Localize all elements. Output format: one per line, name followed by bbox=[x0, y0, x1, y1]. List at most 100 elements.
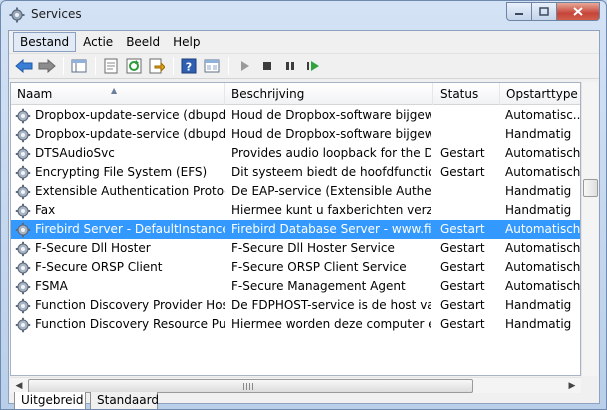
service-row[interactable]: Dropbox-update-service (dbupda... Houd de… bbox=[11, 106, 581, 125]
minimize-button[interactable] bbox=[506, 2, 532, 21]
service-startup-type: Automatisc... bbox=[505, 108, 581, 122]
client-area: Bestand Actie Beeld Help ? Naam ▲ Beschr… bbox=[8, 30, 600, 409]
service-row[interactable]: Encrypting File System (EFS) Dit systeem … bbox=[11, 163, 580, 182]
service-status: Gestart bbox=[440, 260, 485, 274]
service-description: F-Secure Dll Hoster Service bbox=[231, 241, 395, 255]
service-description: Provides audio loopback for the DT... bbox=[231, 146, 431, 160]
vertical-scroll-thumb[interactable] bbox=[583, 179, 598, 197]
scroll-left-icon[interactable]: ◀ bbox=[12, 379, 26, 393]
pause-service-icon bbox=[286, 62, 294, 70]
service-row[interactable]: Function Discovery Resource Publ... Hierm… bbox=[11, 315, 580, 334]
forward-button[interactable] bbox=[36, 56, 58, 76]
minimize-icon bbox=[515, 12, 523, 15]
help-button[interactable]: ? bbox=[178, 56, 200, 76]
services-window: Services Bestand Actie Beeld Help ? Naam… bbox=[0, 0, 607, 410]
service-name: Function Discovery Resource Publ... bbox=[35, 317, 225, 331]
export-list-button[interactable] bbox=[146, 56, 168, 76]
service-gear-icon bbox=[15, 317, 33, 333]
service-status: Gestart bbox=[440, 165, 485, 179]
restart-service-button[interactable] bbox=[302, 56, 324, 76]
column-header-startup[interactable]: Opstarttype bbox=[500, 83, 580, 105]
refresh-button[interactable] bbox=[123, 56, 145, 76]
window-title: Services bbox=[31, 7, 82, 21]
pause-service-button[interactable] bbox=[279, 56, 301, 76]
service-gear-icon bbox=[15, 127, 33, 143]
back-button[interactable] bbox=[13, 56, 35, 76]
tab-standaard[interactable]: Standaard bbox=[90, 392, 159, 409]
toolbar-separator bbox=[173, 57, 174, 75]
service-gear-icon bbox=[15, 241, 33, 257]
service-row[interactable]: DTSAudioSvc Provides audio loopback for t… bbox=[11, 144, 581, 163]
properties-button[interactable] bbox=[100, 56, 122, 76]
start-service-icon bbox=[241, 61, 249, 71]
service-description: F-Secure ORSP Client Service bbox=[231, 260, 407, 274]
title-bar[interactable]: Services bbox=[1, 1, 606, 29]
service-status: Gestart bbox=[440, 241, 485, 255]
service-description: Hiermee worden deze computer en... bbox=[231, 317, 431, 331]
menu-actie[interactable]: Actie bbox=[77, 33, 119, 51]
maximize-button[interactable] bbox=[532, 2, 557, 21]
service-name: DTSAudioSvc bbox=[35, 146, 115, 160]
horizontal-scroll-thumb[interactable] bbox=[28, 379, 473, 393]
view-button[interactable] bbox=[201, 56, 223, 76]
close-icon bbox=[573, 7, 583, 16]
service-gear-icon bbox=[15, 108, 33, 124]
service-name: Dropbox-update-service (dbupda... bbox=[35, 127, 225, 141]
service-name: FSMA bbox=[35, 279, 68, 293]
service-startup-type: Handmatig bbox=[505, 203, 572, 217]
column-header-name[interactable]: Naam ▲ bbox=[11, 83, 225, 105]
service-gear-icon bbox=[15, 222, 33, 238]
stop-service-icon bbox=[263, 62, 271, 70]
horizontal-scrollbar[interactable]: ◀ ▶ bbox=[10, 377, 581, 393]
console-tree-icon bbox=[71, 59, 87, 73]
service-startup-type: Handmatig bbox=[505, 298, 572, 312]
menu-bestand[interactable]: Bestand bbox=[13, 31, 77, 52]
refresh-icon bbox=[126, 58, 142, 74]
service-row[interactable]: F-Secure Dll Hoster F-Secure Dll Hoster S… bbox=[11, 239, 581, 258]
service-startup-type: Automatisch bbox=[505, 241, 581, 255]
export-list-icon bbox=[149, 58, 165, 74]
services-gear-icon bbox=[9, 7, 25, 23]
service-gear-icon bbox=[15, 260, 33, 276]
service-status bbox=[440, 125, 500, 144]
service-startup-type: Automatisch bbox=[505, 260, 581, 274]
column-header-status[interactable]: Status bbox=[434, 83, 500, 105]
service-description: Dit systeem biedt de hoofdfunction... bbox=[231, 165, 431, 179]
column-header-description[interactable]: Beschrijving bbox=[225, 83, 433, 105]
service-status bbox=[440, 106, 500, 125]
svg-text:?: ? bbox=[186, 61, 192, 74]
service-description: F-Secure Management Agent bbox=[231, 279, 406, 293]
menu-help[interactable]: Help bbox=[167, 33, 206, 51]
service-gear-icon bbox=[15, 298, 33, 314]
service-status: Gestart bbox=[440, 279, 485, 293]
services-list[interactable]: Naam ▲ Beschrijving Status Opstarttype D… bbox=[10, 82, 581, 376]
service-gear-icon bbox=[15, 165, 33, 181]
service-row[interactable]: Extensible Authentication Protocol De EAP… bbox=[11, 182, 580, 201]
service-startup-type: Handmatig bbox=[505, 184, 572, 198]
service-description: De FDPHOST-service is de host van... bbox=[231, 298, 431, 312]
vertical-scrollbar[interactable] bbox=[581, 82, 598, 376]
service-row[interactable]: Function Discovery Provider Host De FDPHO… bbox=[11, 296, 580, 315]
toolbar-separator bbox=[63, 57, 64, 75]
start-service-button[interactable] bbox=[233, 56, 255, 76]
service-description: Firebird Database Server - www.fire... bbox=[231, 222, 431, 236]
stop-service-button[interactable] bbox=[256, 56, 278, 76]
sort-ascending-icon: ▲ bbox=[111, 86, 118, 95]
scroll-right-icon[interactable]: ▶ bbox=[565, 379, 579, 393]
service-row[interactable]: Dropbox-update-service (dbupda... Houd de… bbox=[11, 125, 580, 144]
service-gear-icon bbox=[15, 184, 33, 200]
service-gear-icon bbox=[15, 146, 33, 162]
service-row[interactable]: F-Secure ORSP Client F-Secure ORSP Client… bbox=[11, 258, 581, 277]
menu-beeld[interactable]: Beeld bbox=[120, 33, 166, 51]
tab-uitgebreid[interactable]: Uitgebreid bbox=[14, 392, 86, 409]
close-button[interactable] bbox=[557, 2, 600, 21]
help-icon: ? bbox=[181, 58, 197, 74]
service-name: Function Discovery Provider Host bbox=[35, 298, 225, 312]
service-startup-type: Automatisch bbox=[505, 279, 581, 293]
console-tree-button[interactable] bbox=[68, 56, 90, 76]
service-row[interactable]: Fax Hiermee kunt u faxberichten verzen...… bbox=[11, 201, 580, 220]
service-row[interactable]: Firebird Server - DefaultInstance Firebir… bbox=[11, 220, 580, 239]
service-startup-type: Automatisch bbox=[505, 146, 581, 160]
service-row[interactable]: FSMA F-Secure Management Agent Gestart Auto… bbox=[11, 277, 581, 296]
toolbar-separator bbox=[228, 57, 229, 75]
